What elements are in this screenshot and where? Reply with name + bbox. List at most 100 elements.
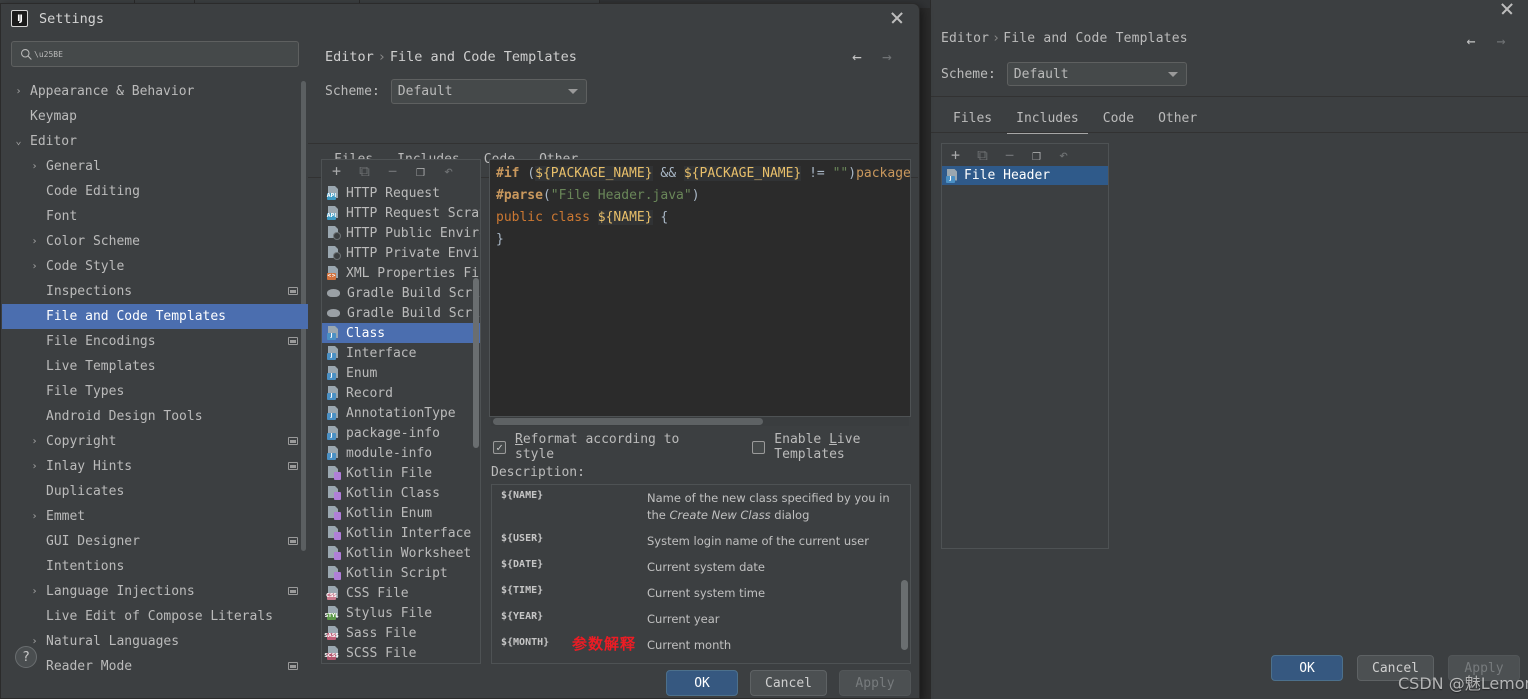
sidebar-item-live-templates[interactable]: Live Templates [2, 354, 308, 379]
plus-icon[interactable]: + [329, 163, 344, 179]
sidebar-item-language-injections[interactable]: › Language Injections [2, 579, 308, 604]
scrollbar-thumb[interactable] [473, 278, 479, 448]
tab-files[interactable]: Files [941, 104, 1004, 134]
sidebar-item-reader-mode[interactable]: Reader Mode [2, 654, 308, 670]
horizontal-scrollbar-thumb[interactable] [493, 418, 763, 425]
sidebar-item-inlay-hints[interactable]: › Inlay Hints [2, 454, 308, 479]
sidebar-item-intentions[interactable]: Intentions [2, 554, 308, 579]
list-item[interactable]: HTTP Public Environment File [322, 223, 480, 243]
close-icon[interactable] [890, 11, 906, 27]
apply-button[interactable]: Apply [839, 670, 911, 696]
scheme-select[interactable]: Default [1006, 62, 1187, 86]
duplicate-icon[interactable]: ❐ [413, 163, 428, 179]
list-item[interactable]: STYL Stylus File [322, 603, 480, 623]
tab-includes[interactable]: Includes [1004, 104, 1091, 134]
chevron-right-icon[interactable]: › [28, 461, 41, 472]
velocity-directive: #if [496, 166, 520, 181]
list-item[interactable]: Kotlin Script [322, 563, 480, 583]
list-item[interactable]: Kotlin Class [322, 483, 480, 503]
list-item[interactable]: J Record [322, 383, 480, 403]
ok-button[interactable]: OK [666, 670, 739, 696]
back-arrow-icon[interactable]: ← [846, 47, 868, 66]
sidebar-item-natural-languages[interactable]: › Natural Languages [2, 629, 308, 654]
list-item[interactable]: J Enum [322, 363, 480, 383]
list-item-label: HTTP Private Environment File [346, 245, 480, 261]
sidebar-item-code-style[interactable]: › Code Style [2, 254, 308, 279]
scheme-select[interactable]: Default [390, 79, 587, 104]
forward-arrow-icon[interactable]: → [876, 47, 898, 66]
reset-icon[interactable]: ↶ [1056, 147, 1071, 163]
close-icon[interactable] [1500, 2, 1516, 18]
list-item[interactable]: Jpackage-info [322, 423, 480, 443]
chevron-right-icon[interactable]: › [28, 436, 41, 447]
sidebar-item-gui-designer[interactable]: GUI Designer [2, 529, 308, 554]
list-item[interactable]: <> XML Properties File [322, 263, 480, 283]
sidebar-item-general[interactable]: › General [2, 154, 308, 179]
list-item[interactable]: SCSS SCSS File [322, 643, 480, 663]
sidebar-item-editor[interactable]: ⌄ Editor [2, 129, 308, 154]
sidebar-item-keymap[interactable]: Keymap [2, 104, 308, 129]
search-dropdown-caret-icon[interactable]: \u25BE [34, 50, 63, 59]
sidebar-item-appearance-behavior[interactable]: › Appearance & Behavior [2, 79, 308, 104]
breadcrumb-root[interactable]: Editor [325, 49, 374, 65]
sidebar-item-file-and-code-templates[interactable]: File and Code Templates [2, 304, 308, 329]
chevron-right-icon[interactable]: › [28, 511, 41, 522]
sidebar-item-emmet[interactable]: › Emmet [2, 504, 308, 529]
chevron-down-icon[interactable]: ⌄ [12, 136, 25, 147]
list-item[interactable]: HTTP Private Environment File [322, 243, 480, 263]
plus-icon[interactable]: + [948, 147, 963, 163]
ok-button[interactable]: OK [1271, 655, 1344, 681]
copy-template-icon[interactable]: ⧉ [357, 163, 372, 179]
list-item[interactable]: SASS Sass File [322, 623, 480, 643]
minus-icon[interactable]: − [385, 163, 400, 179]
sidebar-item-live-edit-of-compose-literals[interactable]: Live Edit of Compose Literals [2, 604, 308, 629]
sidebar-item-copyright[interactable]: › Copyright [2, 429, 308, 454]
list-item[interactable]: Gradle Build Script [322, 283, 480, 303]
live-templates-checkbox[interactable] [752, 440, 766, 454]
sidebar-item-duplicates[interactable]: Duplicates [2, 479, 308, 504]
list-item[interactable]: J Interface [322, 343, 480, 363]
sidebar-item-font[interactable]: Font [2, 204, 308, 229]
scrollbar-thumb[interactable] [901, 580, 908, 650]
list-item[interactable]: Kotlin Worksheet [322, 543, 480, 563]
sidebar-item-inspections[interactable]: Inspections [2, 279, 308, 304]
copy-template-icon[interactable]: ⧉ [975, 147, 990, 163]
list-item[interactable]: Gradle Build Script with [322, 303, 480, 323]
list-item[interactable]: Kotlin Enum [322, 503, 480, 523]
forward-arrow-icon[interactable]: → [1490, 32, 1512, 50]
list-item[interactable]: API HTTP Request Scratch [322, 203, 480, 223]
search-input[interactable]: \u25BE [11, 41, 299, 67]
reset-icon[interactable]: ↶ [441, 163, 456, 179]
chevron-right-icon[interactable]: › [28, 236, 41, 247]
breadcrumb-root[interactable]: Editor [941, 31, 989, 46]
back-arrow-icon[interactable]: ← [1460, 32, 1482, 50]
list-item[interactable]: Kotlin Interface [322, 523, 480, 543]
tab-code[interactable]: Code [1091, 104, 1146, 134]
list-item[interactable]: CSS CSS File [322, 583, 480, 603]
chevron-right-icon[interactable]: › [12, 86, 25, 97]
sidebar-item-code-editing[interactable]: Code Editing [2, 179, 308, 204]
list-item[interactable]: J Class [322, 323, 480, 343]
duplicate-icon[interactable]: ❐ [1029, 147, 1044, 163]
sidebar-item-android-design-tools[interactable]: Android Design Tools [2, 404, 308, 429]
sidebar-item-file-encodings[interactable]: File Encodings [2, 329, 308, 354]
sidebar-item-color-scheme[interactable]: › Color Scheme [2, 229, 308, 254]
tab-other[interactable]: Other [1146, 104, 1209, 134]
cancel-button[interactable]: Cancel [750, 670, 827, 696]
list-item[interactable]: Jmodule-info [322, 443, 480, 463]
help-button[interactable]: ? [15, 646, 37, 668]
list-item[interactable]: Kotlin File [322, 463, 480, 483]
minus-icon[interactable]: − [1002, 147, 1017, 163]
chevron-right-icon[interactable]: › [28, 161, 41, 172]
sidebar-item-file-types[interactable]: File Types [2, 379, 308, 404]
chevron-right-icon[interactable]: › [28, 636, 41, 647]
chevron-right-icon[interactable]: › [28, 261, 41, 272]
list-item[interactable]: J AnnotationType [322, 403, 480, 423]
chevron-right-icon[interactable]: › [28, 586, 41, 597]
variable-name: ${TIME} [501, 585, 544, 596]
list-item[interactable]: J File Header [942, 166, 1108, 185]
reformat-checkbox[interactable] [493, 440, 506, 454]
list-item[interactable]: API HTTP Request [322, 183, 480, 203]
templates-scroll-area[interactable]: API HTTP Request API HTTP Request Scratch HT… [322, 183, 480, 663]
template-code-editor[interactable]: #if (${PACKAGE_NAME} && ${PACKAGE_NAME} … [489, 159, 911, 417]
